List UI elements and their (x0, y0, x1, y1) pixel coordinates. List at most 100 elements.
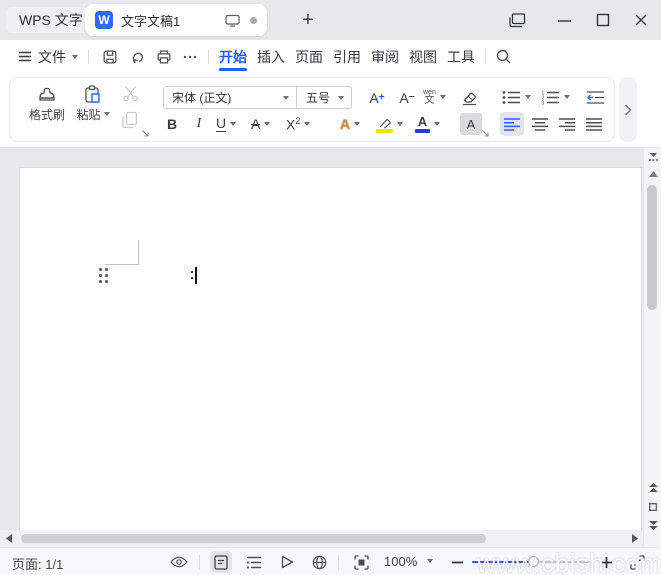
spellcheck-eye-icon[interactable] (168, 551, 190, 573)
format-painter-button[interactable]: 格式刷 (28, 81, 66, 125)
decrease-indent-icon (586, 90, 604, 104)
tab-status-dot[interactable] (250, 16, 257, 24)
justify-button[interactable] (582, 112, 606, 136)
fit-page-button[interactable] (350, 551, 372, 573)
highlight-color-button[interactable] (376, 111, 403, 137)
divider (208, 49, 209, 64)
monitor-icon[interactable] (225, 14, 240, 27)
search-icon[interactable] (493, 46, 514, 67)
superscript-button[interactable]: X2 (286, 113, 311, 135)
toggle-ribbon-icon[interactable] (646, 150, 660, 164)
horizontal-scroll-thumb[interactable] (21, 534, 486, 543)
cut-button[interactable] (119, 82, 141, 104)
strikethrough-button[interactable]: A (251, 113, 271, 135)
chevron-down-icon (338, 95, 344, 100)
select-browse-object-button[interactable] (646, 500, 660, 514)
page-view-button[interactable] (210, 551, 232, 573)
font-color-button[interactable]: A (415, 111, 440, 137)
undo-button[interactable] (127, 46, 148, 67)
divider (199, 555, 200, 570)
divider (338, 555, 339, 570)
copy-icon (122, 111, 138, 129)
font-size-value: 五号 (306, 91, 331, 105)
font-name-value: 宋体 (正文) (172, 91, 232, 105)
ribbon-more-button[interactable] (619, 77, 637, 142)
bold-button[interactable]: B (161, 113, 183, 135)
scroll-right-arrow[interactable] (628, 532, 641, 545)
increase-font-size-button[interactable]: A + (364, 86, 390, 109)
scroll-up-arrow[interactable] (646, 168, 660, 180)
vertical-scroll-thumb[interactable] (647, 185, 657, 310)
tab-home[interactable]: 开始 (218, 40, 248, 73)
underline-glyph: U (216, 115, 227, 132)
scroll-left-arrow[interactable] (2, 532, 15, 545)
document-page[interactable] (20, 168, 641, 547)
tab-review[interactable]: 审阅 (370, 40, 400, 73)
new-tab-button[interactable]: + (296, 8, 320, 32)
tab-page[interactable]: 页面 (294, 40, 324, 73)
eraser-icon (462, 92, 476, 106)
align-center-button[interactable] (528, 112, 552, 136)
chevron-down-icon (397, 122, 403, 126)
tab-insert[interactable]: 插入 (256, 40, 286, 73)
italic-button[interactable]: I (188, 113, 210, 135)
minimize-button[interactable] (553, 10, 575, 30)
horizontal-scrollbar[interactable] (0, 530, 643, 547)
align-left-button[interactable] (500, 112, 524, 136)
wps-writer-logo-icon: W (95, 11, 113, 29)
text-cursor[interactable] (195, 267, 197, 284)
next-page-button[interactable] (646, 518, 660, 532)
zoom-in-button[interactable] (595, 551, 617, 573)
close-button[interactable] (630, 10, 652, 30)
decrease-font-size-button[interactable]: A − (394, 86, 420, 109)
file-menu-label: 文件 (38, 48, 66, 65)
more-commands-icon[interactable] (179, 46, 200, 67)
ribbon-toolbar: 格式刷 粘贴 宋体 (正文) 五号 A + A − wén 文 B I U A … (0, 73, 661, 148)
save-button[interactable] (99, 46, 120, 67)
play-presentation-button[interactable] (276, 551, 298, 573)
fullscreen-button[interactable] (626, 551, 648, 573)
pinyin-guide-button[interactable]: wén 文 (423, 84, 446, 110)
copy-button[interactable] (119, 109, 141, 131)
chevron-down-icon (72, 54, 78, 59)
web-layout-button[interactable] (308, 551, 330, 573)
tab-references[interactable]: 引用 (332, 40, 362, 73)
vertical-scrollbar[interactable] (643, 148, 661, 547)
zoom-level-value[interactable]: 100% (384, 554, 417, 569)
file-menu-button[interactable]: 文件 (18, 40, 78, 73)
divider (88, 49, 89, 64)
align-right-button[interactable] (555, 112, 579, 136)
clipboard-group-expand-icon[interactable] (141, 129, 150, 138)
document-tab[interactable]: W 文字文稿1 (85, 4, 267, 36)
statusbar: 页面: 1/1 100% (0, 547, 661, 575)
tab-view[interactable]: 视图 (408, 40, 438, 73)
app-menu-button[interactable]: WPS 文字 (6, 7, 96, 33)
tab-tools[interactable]: 工具 (446, 40, 476, 73)
character-shading-button[interactable]: A (460, 113, 482, 135)
numbered-list-button[interactable]: 123 (541, 86, 570, 108)
font-name-select[interactable]: 宋体 (正文) 五号 (163, 86, 352, 109)
clear-formatting-button[interactable] (457, 85, 481, 109)
chevron-down-icon (103, 112, 110, 116)
tab-list-icon[interactable] (506, 10, 528, 30)
paste-button[interactable]: 粘贴 (72, 81, 114, 125)
zoom-slider-fill (472, 561, 532, 563)
app-label: WPS 文字 (19, 12, 83, 28)
text-effects-button[interactable]: A (340, 113, 361, 135)
underline-button[interactable]: U (216, 113, 237, 135)
previous-page-button[interactable] (646, 481, 660, 495)
maximize-button[interactable] (592, 10, 614, 30)
zoom-slider[interactable] (472, 556, 590, 567)
chevron-down-icon[interactable] (427, 559, 433, 563)
outline-view-button[interactable] (243, 551, 265, 573)
zoom-out-button[interactable] (446, 551, 468, 573)
chevron-down-icon (283, 95, 289, 100)
font-group-expand-icon[interactable] (481, 129, 490, 138)
bullet-list-button[interactable] (502, 86, 531, 108)
zoom-slider-handle[interactable] (528, 556, 539, 567)
print-button[interactable] (153, 46, 174, 67)
decrease-indent-button[interactable] (584, 86, 606, 108)
shrink-font-glyph: A (399, 89, 409, 106)
chevron-right-icon (625, 104, 632, 115)
paragraph-drag-handle[interactable] (99, 268, 108, 283)
